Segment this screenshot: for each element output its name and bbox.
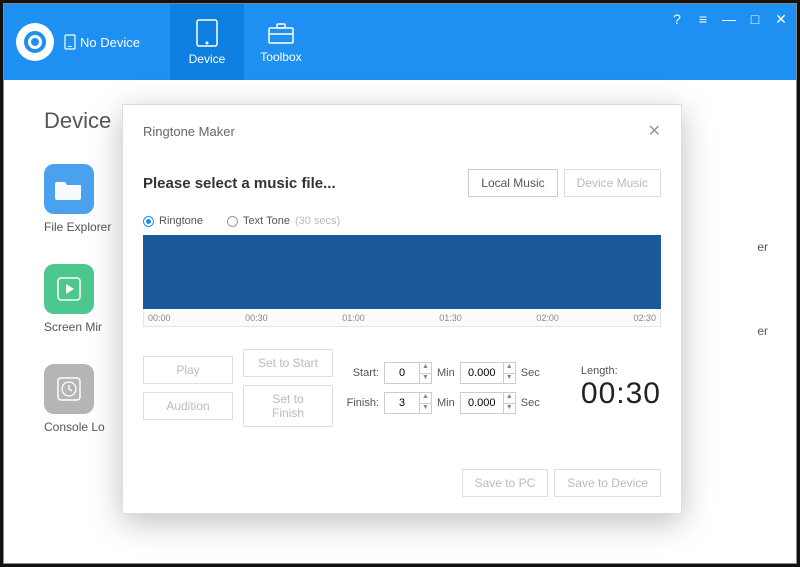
tone-type-group: Ringtone Text Tone (30 secs)	[143, 215, 661, 227]
length-label: Length:	[581, 365, 661, 377]
spin-up[interactable]: ▲	[420, 393, 431, 404]
modal-footer: Save to PC Save to Device	[462, 469, 661, 497]
audition-button[interactable]: Audition	[143, 392, 233, 420]
ruler-tick: 02:00	[536, 313, 559, 323]
sec-label: Sec	[521, 397, 540, 409]
finish-time-row: Finish: ▲▼ Min ▲▼ Sec	[343, 392, 540, 414]
local-music-button[interactable]: Local Music	[468, 169, 557, 197]
min-label: Min	[437, 367, 455, 379]
tablet-icon	[194, 18, 220, 48]
spin-down[interactable]: ▼	[420, 404, 431, 414]
spin-up[interactable]: ▲	[420, 363, 431, 374]
obscured-text: er	[757, 240, 768, 254]
ruler-tick: 00:00	[148, 313, 171, 323]
modal-titlebar: Ringtone Maker ✕	[143, 121, 661, 141]
start-min-field[interactable]	[385, 363, 419, 383]
menu-icon[interactable]: ≡	[696, 12, 710, 26]
tab-device[interactable]: Device	[170, 4, 244, 80]
text-tone-hint: (30 secs)	[295, 215, 340, 227]
finish-min-input[interactable]: ▲▼	[384, 392, 432, 414]
toolbox-icon	[266, 20, 296, 46]
topbar: No Device Device Toolbox ? ≡ — □ ✕	[4, 4, 796, 80]
maximize-button[interactable]: □	[748, 12, 762, 26]
window-controls: ? ≡ — □ ✕	[670, 12, 788, 26]
finish-label: Finish:	[343, 397, 379, 409]
min-label: Min	[437, 397, 455, 409]
spin-down[interactable]: ▼	[504, 374, 515, 384]
ruler-tick: 00:30	[245, 313, 268, 323]
close-button[interactable]: ✕	[774, 12, 788, 26]
spin-down[interactable]: ▼	[420, 374, 431, 384]
device-status: No Device	[64, 34, 140, 50]
start-time-row: Start: ▲▼ Min ▲▼ Sec	[343, 362, 540, 384]
help-icon[interactable]: ?	[670, 12, 684, 26]
tile-screen-mirror[interactable]: Screen Mir	[44, 264, 124, 334]
length-value: 00:30	[581, 377, 661, 411]
play-icon	[44, 264, 94, 314]
start-sec-field[interactable]	[461, 363, 503, 383]
tab-toolbox-label: Toolbox	[260, 50, 301, 64]
finish-sec-field[interactable]	[461, 393, 503, 413]
device-status-text: No Device	[80, 35, 140, 50]
tile-label: File Explorer	[44, 220, 111, 234]
modal-close-button[interactable]: ✕	[648, 121, 661, 141]
play-button[interactable]: Play	[143, 356, 233, 384]
radio-text-tone-label: Text Tone	[243, 215, 290, 227]
controls-row: Play Audition Set to Start Set to Finish…	[143, 349, 661, 427]
app-window: No Device Device Toolbox ? ≡ — □ ✕ Devic…	[3, 3, 797, 564]
modal-instruction: Please select a music file...	[143, 175, 336, 192]
start-label: Start:	[343, 367, 379, 379]
start-sec-input[interactable]: ▲▼	[460, 362, 516, 384]
spin-down[interactable]: ▼	[504, 404, 515, 414]
minimize-button[interactable]: —	[722, 12, 736, 26]
save-to-pc-button[interactable]: Save to PC	[462, 469, 549, 497]
tile-label: Console Lo	[44, 420, 105, 434]
tab-device-label: Device	[189, 52, 226, 66]
start-min-input[interactable]: ▲▼	[384, 362, 432, 384]
ringtone-maker-modal: Ringtone Maker ✕ Please select a music f…	[122, 104, 682, 514]
modal-title: Ringtone Maker	[143, 124, 235, 139]
ruler-tick: 01:00	[342, 313, 365, 323]
tile-console-log[interactable]: Console Lo	[44, 364, 124, 434]
modal-header: Please select a music file... Local Musi…	[143, 169, 661, 197]
clock-icon	[44, 364, 94, 414]
radio-text-tone[interactable]: Text Tone (30 secs)	[227, 215, 340, 227]
set-to-start-button[interactable]: Set to Start	[243, 349, 333, 377]
finish-min-field[interactable]	[385, 393, 419, 413]
spin-up[interactable]: ▲	[504, 393, 515, 404]
waveform-area[interactable]	[143, 235, 661, 309]
tab-toolbox[interactable]: Toolbox	[244, 4, 318, 80]
obscured-text: er	[757, 324, 768, 338]
sec-label: Sec	[521, 367, 540, 379]
nav-tabs: Device Toolbox	[170, 4, 318, 80]
device-music-button[interactable]: Device Music	[564, 169, 661, 197]
obscured-right-column: er er	[757, 240, 768, 338]
set-to-finish-button[interactable]: Set to Finish	[243, 385, 333, 427]
phone-icon	[64, 34, 76, 50]
save-to-device-button[interactable]: Save to Device	[554, 469, 661, 497]
app-logo-icon	[16, 23, 54, 61]
ruler-tick: 02:30	[633, 313, 656, 323]
radio-ringtone[interactable]: Ringtone	[143, 215, 203, 227]
radio-ringtone-label: Ringtone	[159, 215, 203, 227]
spin-up[interactable]: ▲	[504, 363, 515, 374]
folder-icon	[44, 164, 94, 214]
ruler-tick: 01:30	[439, 313, 462, 323]
length-block: Length: 00:30	[581, 365, 661, 411]
time-ruler: 00:00 00:30 01:00 01:30 02:00 02:30	[143, 309, 661, 327]
music-source-buttons: Local Music Device Music	[468, 169, 661, 197]
finish-sec-input[interactable]: ▲▼	[460, 392, 516, 414]
tile-label: Screen Mir	[44, 320, 102, 334]
tile-file-explorer[interactable]: File Explorer	[44, 164, 124, 234]
logo-area: No Device	[4, 4, 140, 80]
